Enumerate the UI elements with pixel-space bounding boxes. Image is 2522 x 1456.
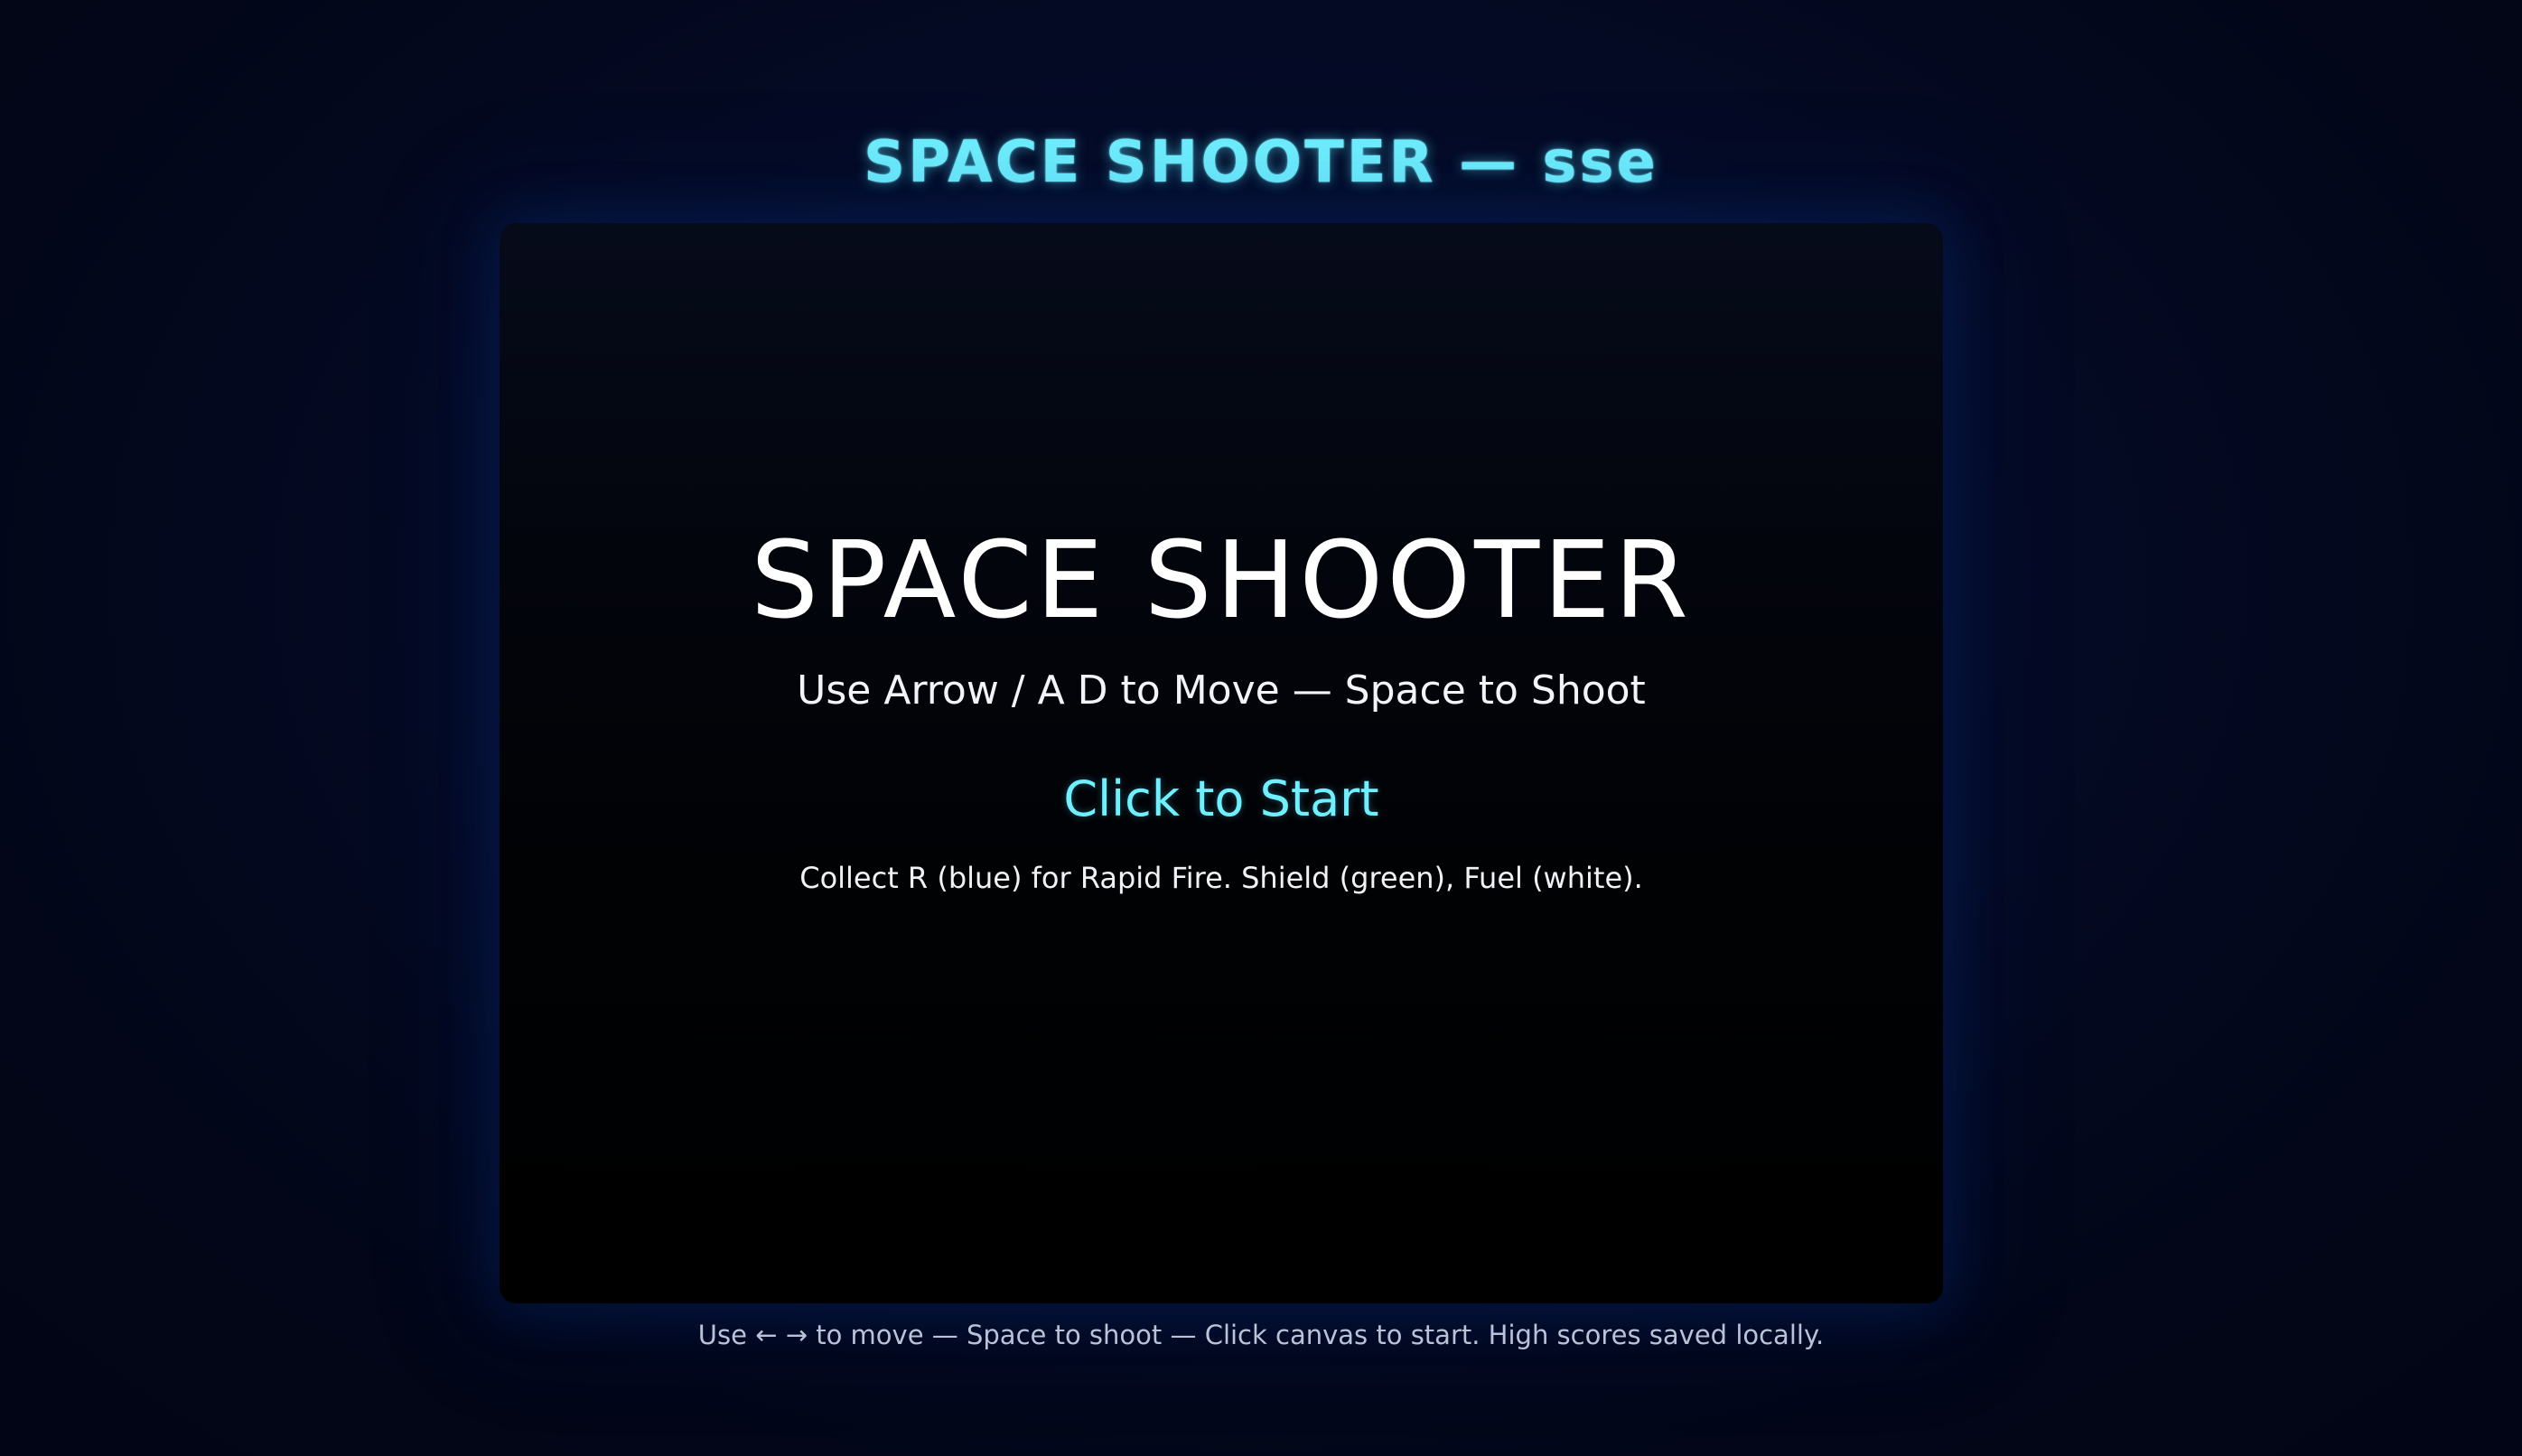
click-to-start-prompt[interactable]: Click to Start [500,769,1943,830]
game-title: SPACE SHOOTER [751,518,1692,642]
footer-hint: Use ← → to move — Space to shoot — Click… [697,1320,1825,1350]
game-canvas[interactable]: SPACE SHOOTER Use Arrow / A D to Move — … [500,223,1943,1303]
controls-instructions: Use Arrow / A D to Move — Space to Shoot [797,667,1646,714]
powerup-hint: Collect R (blue) for Rapid Fire. Shield … [799,861,1643,895]
page-title: SPACE SHOOTER — sse [864,129,1658,196]
